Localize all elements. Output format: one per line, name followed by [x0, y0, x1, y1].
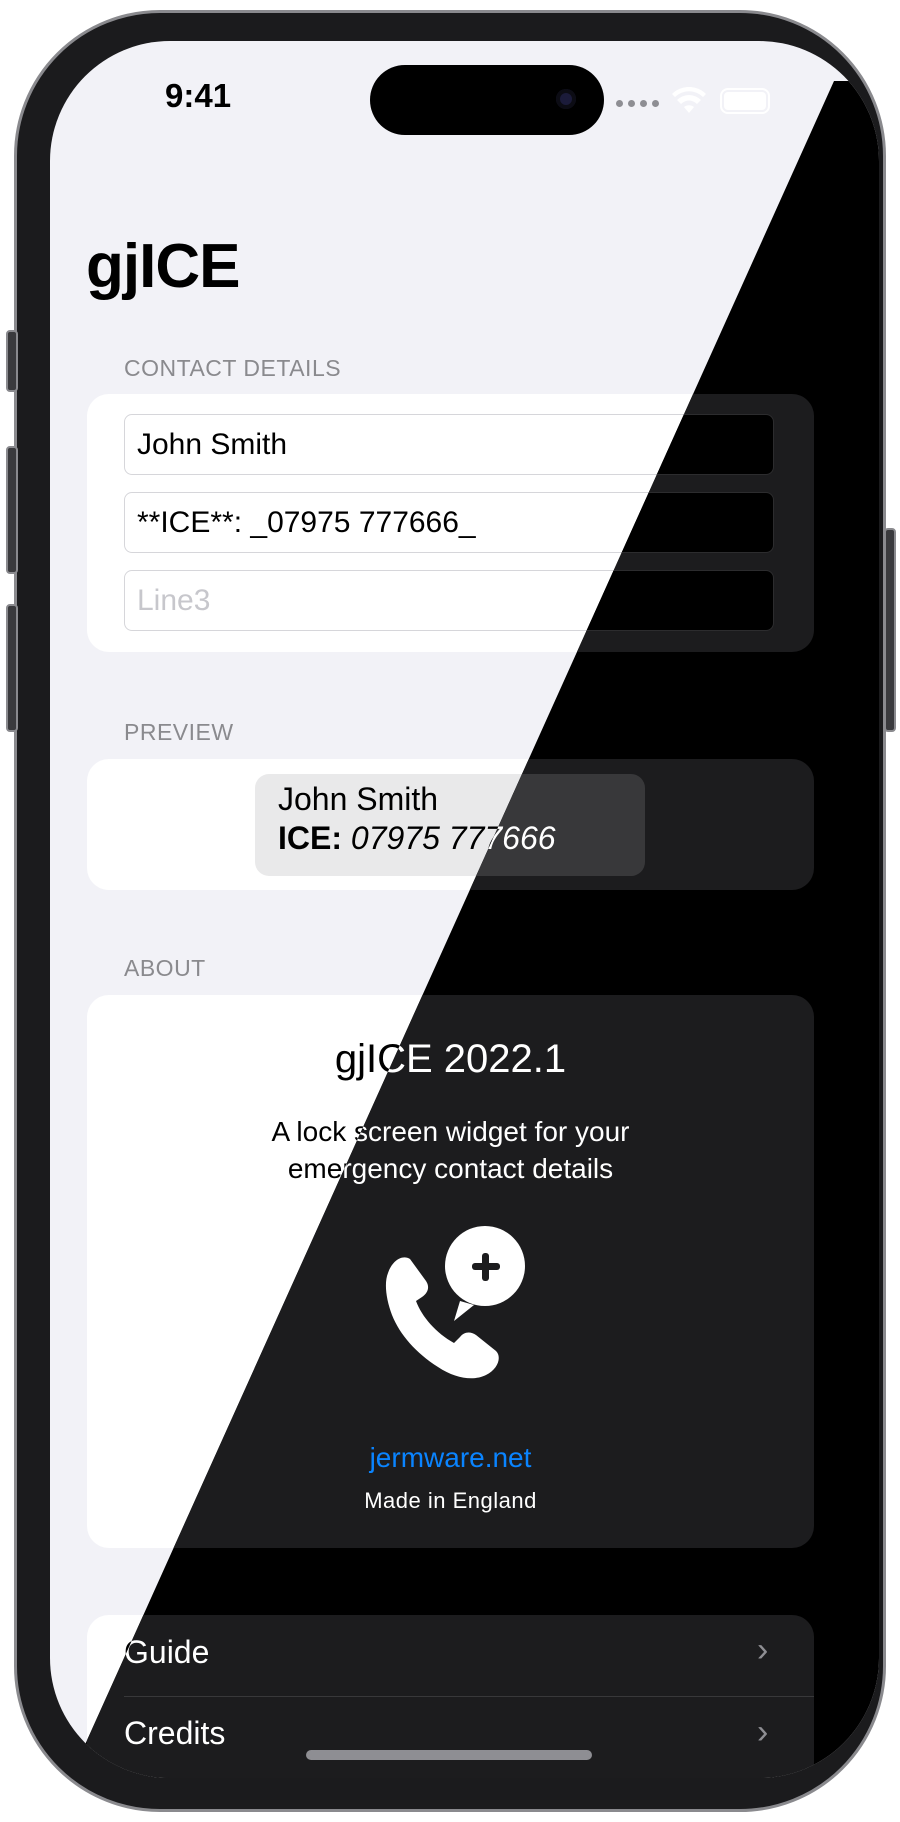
- preview-ice-label: ICE:: [278, 820, 342, 856]
- volume-up-button: [6, 446, 18, 574]
- phone-plus-icon: [385, 1226, 525, 1379]
- screen: 9:41 gjICE CONTACT DETAILS John Smith **…: [50, 41, 879, 1778]
- wifi-icon: [672, 87, 706, 113]
- section-header-contact: CONTACT DETAILS: [124, 355, 342, 381]
- status-time: 9:41: [165, 77, 232, 114]
- dynamic-island: [370, 65, 604, 135]
- home-indicator[interactable]: [306, 1750, 592, 1760]
- camera-icon: [556, 89, 576, 109]
- menu-divider-dark: [124, 1696, 814, 1697]
- menu-item-guide-dark[interactable]: Guide: [124, 1634, 209, 1671]
- signal-dots-icon: [616, 100, 664, 107]
- power-button: [884, 528, 896, 732]
- page-title: gjICE: [86, 232, 240, 301]
- chevron-right-icon: ›: [757, 1713, 769, 1751]
- preview-name: John Smith: [278, 781, 439, 817]
- battery-icon: [720, 88, 770, 114]
- menu-item-credits-dark[interactable]: Credits: [124, 1715, 225, 1752]
- section-header-preview: PREVIEW: [124, 719, 234, 745]
- status-icons: [616, 87, 826, 117]
- action-button: [6, 330, 18, 392]
- section-header-about: ABOUT: [124, 955, 206, 981]
- chevron-right-icon: ›: [757, 1631, 769, 1669]
- volume-down-button: [6, 604, 18, 732]
